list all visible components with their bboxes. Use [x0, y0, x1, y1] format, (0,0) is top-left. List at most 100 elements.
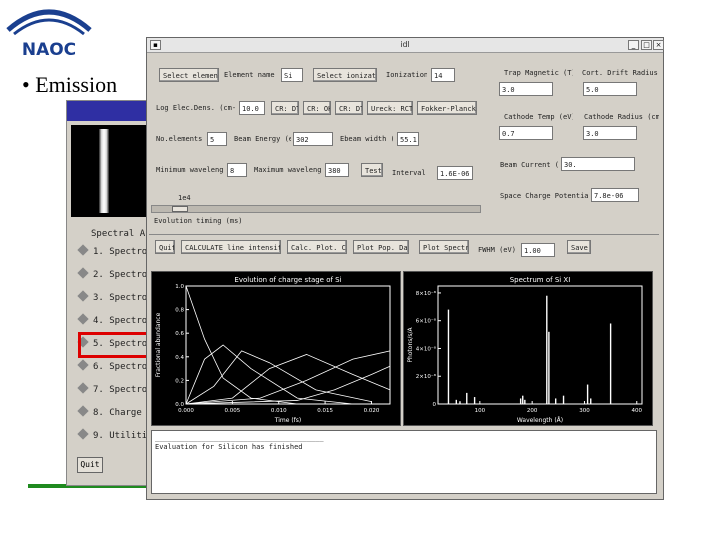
y-axis-label: Photons/s/A	[407, 326, 414, 362]
drift-radius-field[interactable]: 5.0	[583, 82, 637, 96]
spectrum-image	[71, 125, 149, 217]
window-title: idl	[400, 40, 410, 49]
message-console[interactable]: ________________________________________…	[151, 430, 657, 494]
levels-label: No.elements	[156, 135, 203, 143]
console-line-2: Evaluation for Silicon has finished	[155, 443, 303, 451]
maximize-icon[interactable]: □	[641, 40, 652, 50]
y-tick-label: 0.4	[175, 355, 184, 361]
diamond-icon	[77, 382, 89, 394]
series-line-1	[185, 285, 298, 405]
ionization-field[interactable]: 14	[431, 68, 455, 82]
calculate-button[interactable]: CALCULATE line intensities	[181, 240, 281, 254]
trap-magnetic-field[interactable]: 3.0	[499, 82, 553, 96]
diamond-icon	[77, 359, 89, 371]
density-field[interactable]: 10.0	[239, 101, 265, 115]
x-tick-label: 0.015	[317, 408, 333, 414]
menu-item-7[interactable]: 7. Spectro	[77, 382, 147, 395]
diamond-icon	[77, 267, 89, 279]
space-charge-field[interactable]: 7.8e-06	[591, 188, 639, 202]
diamond-icon	[77, 313, 89, 325]
save-button[interactable]: Save	[567, 240, 591, 254]
y-tick-label: 0	[433, 402, 437, 408]
y-tick-label: 1.0	[175, 284, 184, 290]
menu-item-1[interactable]: 1. Spectro	[77, 244, 147, 257]
cathode-radius-field[interactable]: 3.0	[583, 126, 637, 140]
menu-item-6[interactable]: 6. Spectro	[77, 359, 147, 372]
levels-field[interactable]: 5	[207, 132, 227, 146]
test-button[interactable]: Test	[361, 163, 383, 177]
plot-pop-button[interactable]: Plot Pop. Dates	[353, 240, 409, 254]
spectrum-chart: Spectrum of Si XI Wavelength (Å) Photons/s…	[407, 276, 643, 424]
series-line-6	[185, 365, 391, 405]
x-tick-label: 100	[475, 408, 486, 414]
x-tick-label: 300	[579, 408, 590, 414]
divider	[149, 234, 659, 235]
beam-energy-label: Beam Energy (eV)	[234, 135, 291, 143]
cr-dt-button-2[interactable]: CR: DT	[335, 101, 363, 115]
trap-magnetic-label: Trap Magnetic (T)	[504, 69, 573, 77]
min-wavelength-field[interactable]: 8	[227, 163, 247, 177]
select-ionization-button[interactable]: Select ionization	[313, 68, 377, 82]
spectrum-plot: Spectrum of Si XI Wavelength (Å) Photons/s…	[403, 271, 653, 426]
logo-text: NAOC	[22, 40, 76, 60]
cr-oh-button[interactable]: CR: OH	[303, 101, 331, 115]
diamond-icon	[77, 244, 89, 256]
diamond-icon	[77, 290, 89, 302]
calc-plot-charge-button[interactable]: Calc. Plot. Charge	[287, 240, 347, 254]
cathode-radius-label: Cathode Radius (cm)	[584, 113, 659, 121]
x-tick-label: 0.005	[224, 408, 240, 414]
select-element-button[interactable]: Select element	[159, 68, 219, 82]
ebeam-width-field[interactable]: 55.1	[397, 132, 419, 146]
quit-button[interactable]: Quit	[155, 240, 175, 254]
drift-radius-label: Cort. Drift Radius (um)	[582, 69, 659, 77]
x-tick-label: 0.010	[271, 408, 287, 414]
element-name-label: Element name	[224, 71, 275, 79]
fwhm-label: FWHM (eV) =	[478, 246, 517, 254]
element-name-field[interactable]: Si	[281, 68, 303, 82]
x-axis-label: Time (fs)	[274, 417, 302, 424]
menu-item-9[interactable]: 9. Utiliti	[77, 428, 147, 441]
menu-item-8[interactable]: 8. Charge	[77, 405, 142, 418]
beam-energy-field[interactable]: 302	[293, 132, 333, 146]
density-label: Log Elec.Dens. (cm-3)	[156, 104, 235, 112]
y-tick-label: 2×10⁻⁸	[416, 373, 437, 380]
plot-spectrum-button[interactable]: Plot Spectrum	[419, 240, 469, 254]
minimize-icon[interactable]: _	[628, 40, 639, 50]
diamond-icon	[77, 405, 89, 417]
series-line-2	[185, 344, 353, 405]
max-wavelength-label: Maximum wavelength	[254, 166, 321, 174]
x-tick-label: 200	[527, 408, 538, 414]
cathode-temp-field[interactable]: 0.7	[499, 126, 553, 140]
menu-heading: Spectral An	[91, 229, 151, 239]
menu-item-2[interactable]: 2. Spectro	[77, 267, 147, 280]
x-tick-label: 0.000	[178, 408, 194, 414]
charge-evolution-plot: Evolution of charge stage of Si Time (fs)…	[151, 271, 401, 426]
slider-knob[interactable]	[172, 206, 188, 212]
y-tick-label: 0.6	[175, 331, 184, 337]
diamond-icon	[77, 428, 89, 440]
plot-frame	[437, 285, 643, 405]
cr-dt-button-1[interactable]: CR: DT	[271, 101, 299, 115]
evolution-timing-slider[interactable]	[151, 205, 481, 213]
fwhm-field[interactable]: 1.00	[521, 243, 555, 257]
cathode-temp-label: Cathode Temp (eV)	[504, 113, 573, 121]
close-icon[interactable]: ×	[653, 40, 664, 50]
y-tick-label: 8×10⁻⁸	[416, 290, 437, 297]
interval-field[interactable]: 1.6E-06	[437, 166, 473, 180]
window-titlebar[interactable]: ▪ idl _ □ ×	[147, 38, 664, 53]
slider-label: Evolution timing (ms)	[154, 217, 243, 225]
console-line-1: ________________________________________	[155, 434, 324, 442]
beam-current-field[interactable]: 30.	[561, 157, 635, 171]
y-tick-label: 0.2	[175, 378, 184, 384]
back-window-titlebar[interactable]	[67, 101, 149, 121]
y-tick-label: 6×10⁻⁸	[416, 318, 437, 325]
idl-window: ▪ idl _ □ × Select element Element name …	[146, 37, 664, 500]
max-wavelength-field[interactable]: 380	[325, 163, 349, 177]
ureck-button[interactable]: Ureck: RCTMS	[367, 101, 413, 115]
back-quit-button[interactable]: Quit	[77, 457, 103, 473]
fokker-planck-button[interactable]: Fokker-Planck DT	[417, 101, 477, 115]
charge-evolution-chart: Evolution of charge stage of Si Time (fs)…	[155, 276, 391, 424]
menu-item-4[interactable]: 4. Spectro	[77, 313, 147, 326]
menu-item-3[interactable]: 3. Spectro	[77, 290, 147, 303]
x-tick-label: 0.020	[364, 408, 380, 414]
